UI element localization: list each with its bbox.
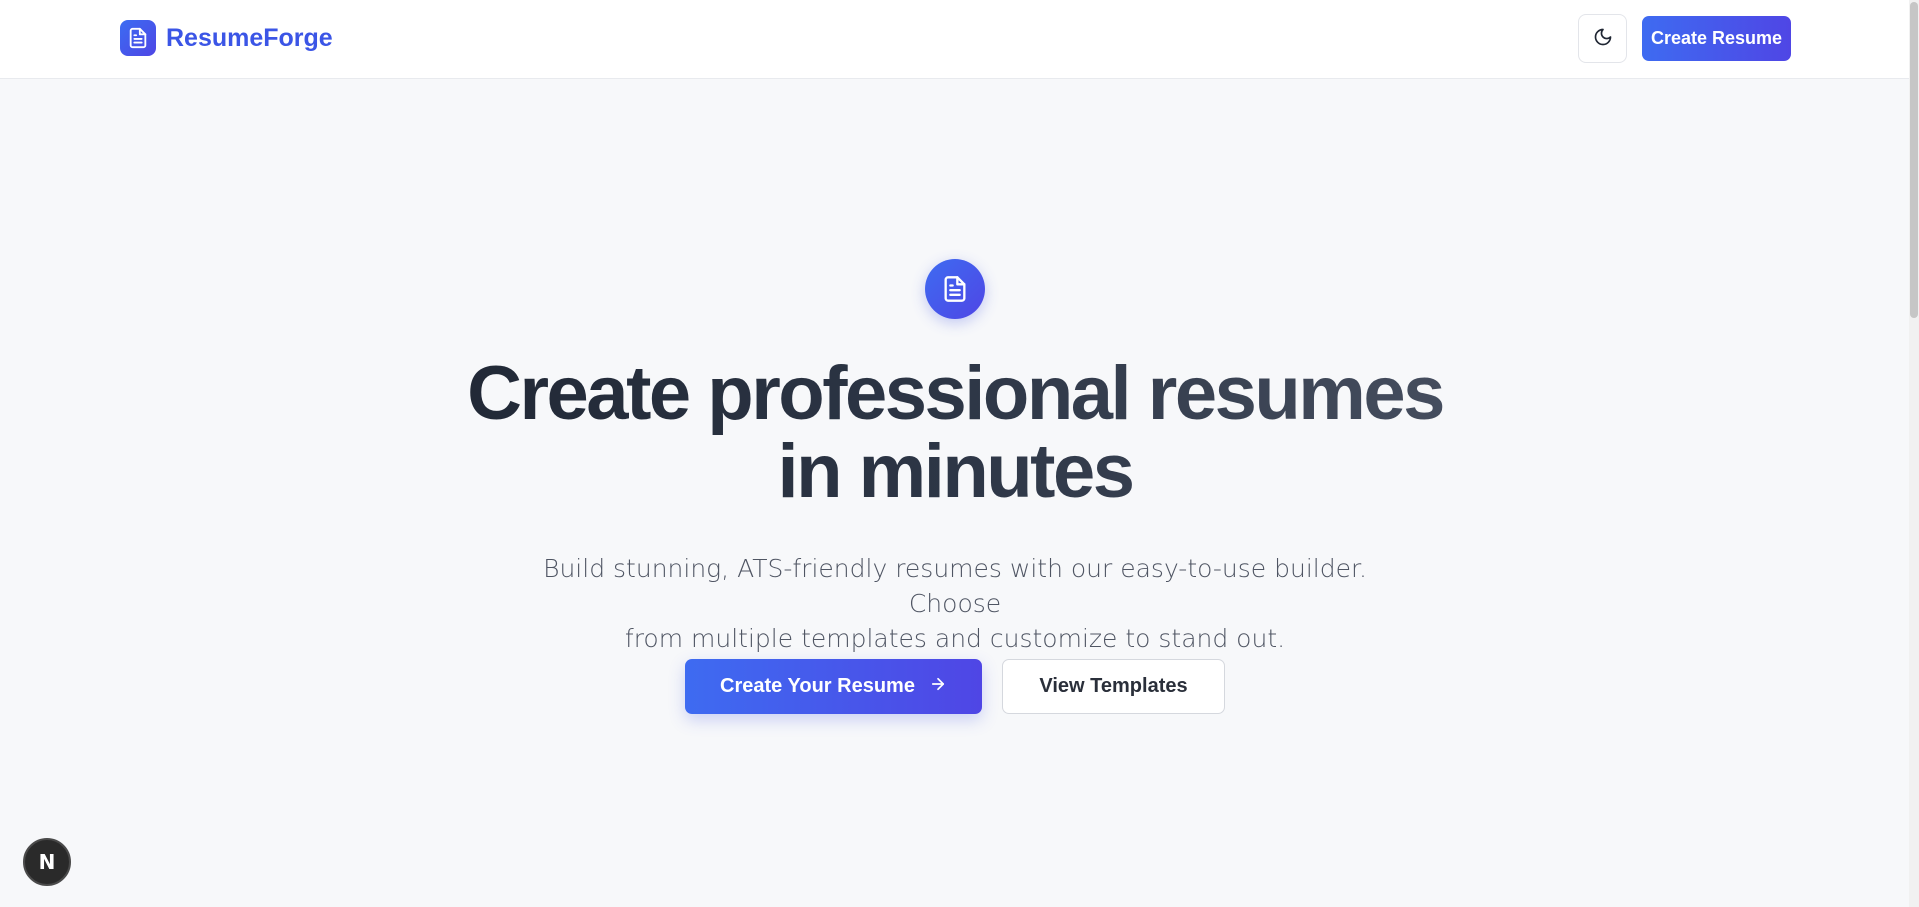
hero-subtitle-line-2: from multiple templates and customize to…: [624, 624, 1286, 653]
create-resume-button[interactable]: Create Resume: [1642, 16, 1791, 61]
arrow-right-icon: [929, 675, 947, 699]
hero-subtitle-line-1: Build stunning, ATS-friendly resumes wit…: [543, 554, 1367, 618]
dev-tools-badge[interactable]: N: [23, 838, 71, 886]
create-your-resume-label: Create Your Resume: [720, 675, 915, 697]
moon-icon: [1593, 27, 1613, 50]
page: ResumeForge Create Resume Create profess…: [0, 0, 1919, 907]
top-nav: ResumeForge Create Resume: [0, 0, 1919, 79]
hero-title: Create professional resumes in minutes: [360, 355, 1550, 511]
view-templates-button[interactable]: View Templates: [1002, 659, 1225, 714]
create-your-resume-button[interactable]: Create Your Resume: [685, 659, 982, 714]
file-text-icon: [925, 259, 985, 319]
theme-toggle-button[interactable]: [1578, 14, 1627, 63]
file-text-icon: [120, 20, 156, 56]
hero-subtitle: Build stunning, ATS-friendly resumes wit…: [520, 551, 1390, 656]
hero-title-line-2: in minutes: [777, 429, 1133, 514]
scrollbar-thumb[interactable]: [1910, 2, 1918, 318]
brand-logo-link[interactable]: ResumeForge: [120, 20, 333, 56]
brand-name: ResumeForge: [166, 23, 333, 52]
hero-title-line-1: Create professional resumes: [467, 351, 1443, 436]
